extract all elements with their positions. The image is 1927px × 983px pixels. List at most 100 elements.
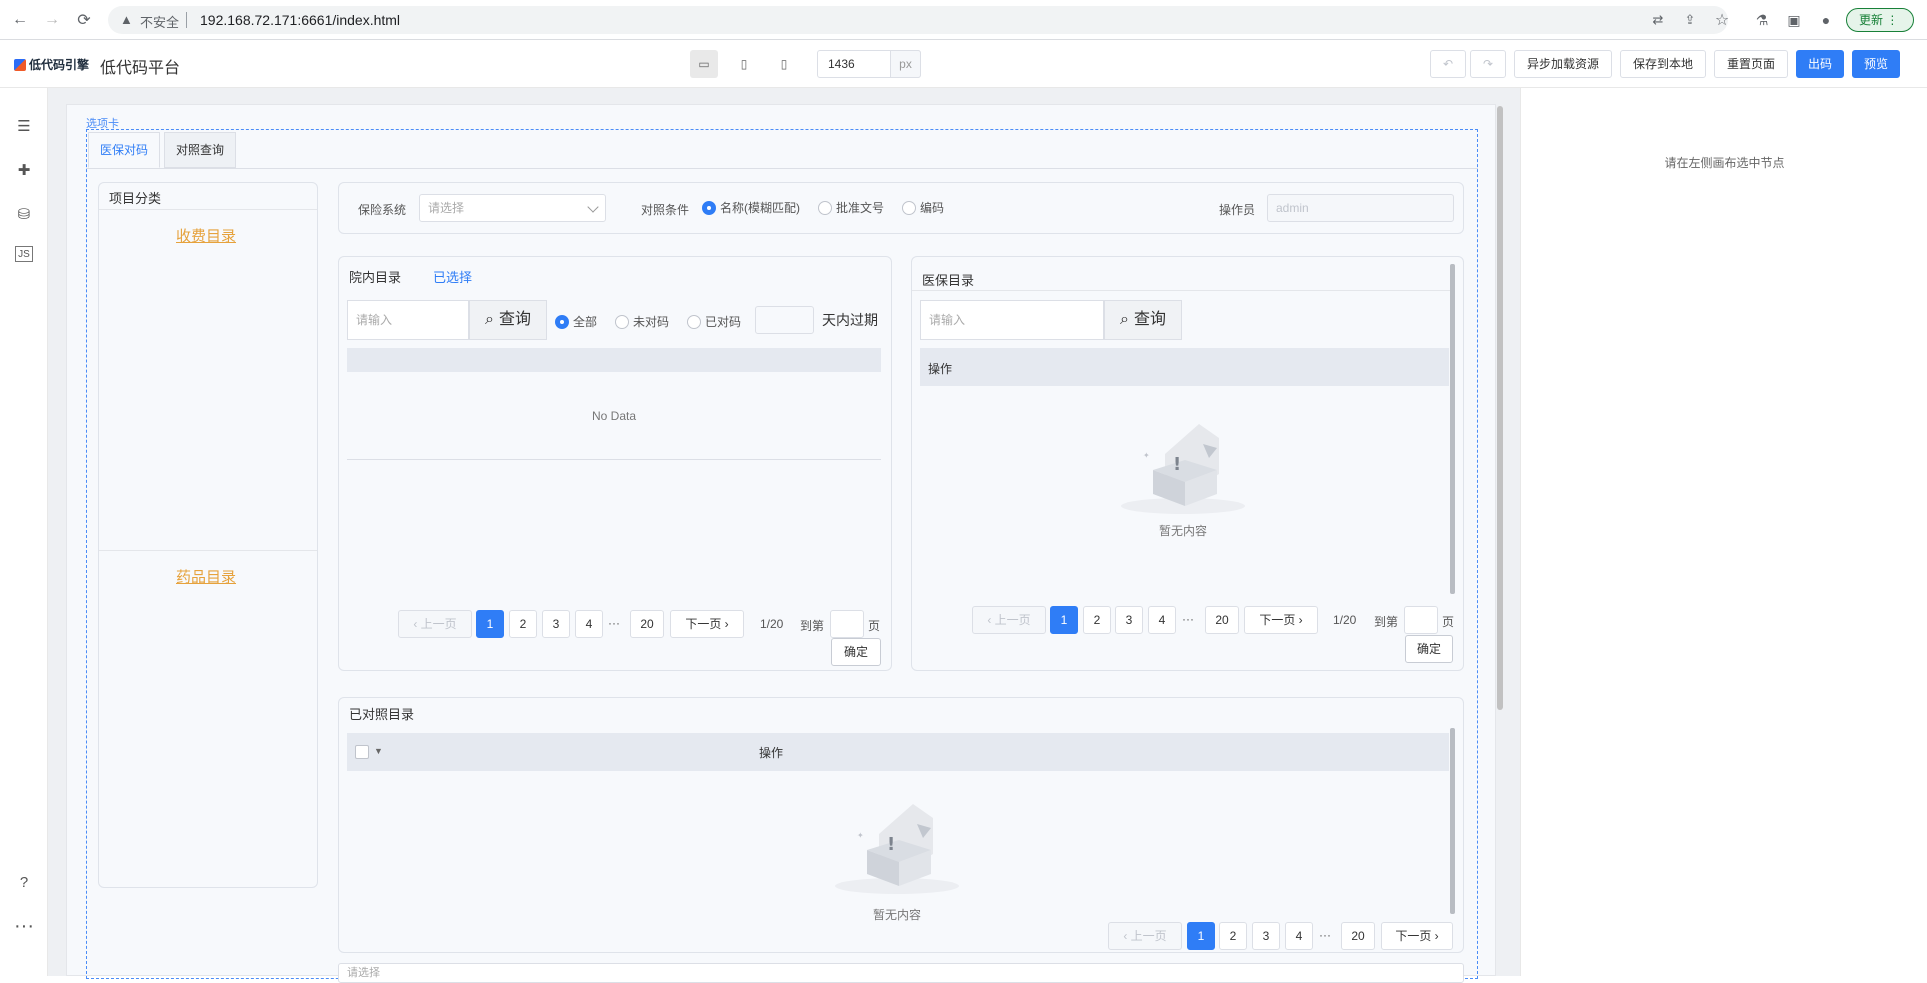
page-unit-label: 页: [868, 619, 881, 633]
page-2-button[interactable]: 2: [1083, 606, 1111, 634]
js-code-icon[interactable]: JS: [15, 246, 33, 262]
outline-tree-icon[interactable]: ☰: [12, 114, 36, 138]
select-all-checkbox[interactable]: [355, 745, 369, 759]
update-button[interactable]: 更新 ⋮: [1846, 8, 1914, 32]
prev-page-button[interactable]: ‹ 上一页: [1108, 922, 1182, 950]
page-2-button[interactable]: 2: [1219, 922, 1247, 950]
logo: 低代码引擎: [14, 56, 89, 73]
drug-catalog-link[interactable]: 药品目录: [176, 566, 236, 587]
component-library-icon[interactable]: ✚: [12, 158, 36, 182]
caret-down-icon[interactable]: ▼: [374, 746, 383, 756]
page-1-button[interactable]: 1: [1050, 606, 1078, 634]
export-code-button[interactable]: 出码: [1796, 50, 1844, 78]
save-local-button[interactable]: 保存到本地: [1620, 50, 1706, 78]
reload-icon[interactable]: ⟳: [74, 10, 94, 30]
help-icon[interactable]: ?: [12, 870, 36, 894]
more-icon[interactable]: ···: [12, 914, 36, 938]
tabs-divider: [86, 168, 1478, 169]
sidepanel-icon[interactable]: ▣: [1784, 10, 1804, 30]
page-2-button[interactable]: 2: [509, 610, 537, 638]
next-page-button[interactable]: 下一页 ›: [1381, 922, 1453, 950]
page-20-button[interactable]: 20: [1341, 922, 1375, 950]
radio-all[interactable]: 全部: [555, 313, 597, 330]
back-icon[interactable]: ←: [10, 10, 30, 30]
browser-toolbar: ← → ⟳ ▲ 不安全 192.168.72.171:6661/index.ht…: [0, 0, 1927, 40]
next-page-button[interactable]: 下一页 ›: [1244, 606, 1318, 634]
operation-column-header: 操作: [759, 746, 784, 760]
radio-icon: [902, 200, 916, 215]
page-ellipsis[interactable]: ···: [1319, 928, 1331, 942]
prev-page-button[interactable]: ‹ 上一页: [398, 610, 472, 638]
insurance-table-scrollbar[interactable]: [1450, 264, 1455, 594]
hospital-query-button[interactable]: ⌕ 查询: [469, 300, 547, 340]
next-page-button[interactable]: 下一页 ›: [670, 610, 744, 638]
undo-button[interactable]: ↶: [1430, 50, 1466, 78]
selected-link[interactable]: 已选择: [433, 267, 472, 286]
page-3-button[interactable]: 3: [542, 610, 570, 638]
page-3-button[interactable]: 3: [1252, 922, 1280, 950]
extension-icon[interactable]: ⚗: [1752, 10, 1772, 30]
tablet-device-icon[interactable]: ▯: [730, 50, 758, 78]
insurance-search-input[interactable]: 请输入: [920, 300, 1104, 340]
category-title: 项目分类: [109, 191, 162, 206]
page-20-button[interactable]: 20: [1205, 606, 1239, 634]
app-header: 低代码引擎 低代码平台 ▭ ▯ ▯ 1436 px ↶ ↷ 异步加载资源 保存到…: [0, 40, 1927, 88]
radio-name-fuzzy[interactable]: 名称(模糊匹配): [702, 199, 800, 216]
redo-button[interactable]: ↷: [1470, 50, 1506, 78]
select-node-hint: 请在左侧画布选中节点: [1664, 156, 1785, 170]
divider: [186, 12, 187, 28]
goto-page-input[interactable]: [830, 610, 864, 638]
goto-confirm-button[interactable]: 确定: [831, 638, 881, 666]
matched-table-scrollbar[interactable]: [1450, 728, 1455, 914]
url-text: 192.168.72.171:6661/index.html: [200, 12, 401, 28]
forward-icon[interactable]: →: [42, 10, 62, 30]
divider: [347, 459, 881, 460]
insurance-system-select[interactable]: 请选择: [419, 194, 606, 222]
page-4-button[interactable]: 4: [1148, 606, 1176, 634]
operation-column-header: 操作: [928, 362, 953, 376]
desktop-device-icon[interactable]: ▭: [690, 50, 718, 78]
goto-confirm-button[interactable]: 确定: [1405, 635, 1453, 663]
share-icon[interactable]: ⇪: [1680, 10, 1700, 30]
expire-days-input[interactable]: [755, 306, 814, 334]
warning-icon: ▲: [120, 12, 133, 27]
operator-input: admin: [1267, 194, 1454, 222]
page-4-button[interactable]: 4: [575, 610, 603, 638]
radio-icon: [687, 314, 701, 329]
empty-box-icon: ! ✦: [835, 804, 959, 894]
page-1-button[interactable]: 1: [476, 610, 504, 638]
page-ellipsis[interactable]: ···: [608, 616, 620, 630]
reset-page-button[interactable]: 重置页面: [1714, 50, 1788, 78]
profile-icon[interactable]: ●: [1816, 10, 1836, 30]
bottom-select[interactable]: 请选择: [338, 963, 1464, 983]
star-icon[interactable]: ☆: [1712, 10, 1732, 30]
page-3-button[interactable]: 3: [1115, 606, 1143, 634]
prev-page-button[interactable]: ‹ 上一页: [972, 606, 1046, 634]
radio-approval-no[interactable]: 批准文号: [818, 199, 884, 216]
logo-icon: [14, 58, 26, 71]
async-load-button[interactable]: 异步加载资源: [1514, 50, 1612, 78]
page-4-button[interactable]: 4: [1285, 922, 1313, 950]
goto-page-input[interactable]: [1404, 606, 1438, 634]
translate-icon[interactable]: ⇄: [1648, 10, 1668, 30]
insecure-label: 不安全: [140, 15, 180, 30]
datasource-icon[interactable]: ⛁: [12, 202, 36, 226]
page-ellipsis[interactable]: ···: [1182, 612, 1194, 626]
insurance-query-button[interactable]: ⌕ 查询: [1104, 300, 1182, 340]
hospital-search-input[interactable]: 请输入: [347, 300, 469, 340]
svg-text:✦: ✦: [857, 831, 864, 840]
page-20-button[interactable]: 20: [630, 610, 664, 638]
address-bar[interactable]: ▲ 不安全 192.168.72.171:6661/index.html: [108, 6, 1728, 34]
tab-insurance-match[interactable]: 医保对码: [88, 132, 160, 168]
radio-matched[interactable]: 已对码: [687, 313, 741, 330]
search-icon: ⌕: [1120, 311, 1129, 328]
page-1-button[interactable]: 1: [1187, 922, 1215, 950]
canvas-scrollbar[interactable]: [1497, 106, 1503, 710]
radio-code[interactable]: 编码: [902, 199, 944, 216]
radio-unmatched[interactable]: 未对码: [615, 313, 669, 330]
tab-match-query[interactable]: 对照查询: [164, 132, 236, 168]
app-title: 低代码平台: [100, 60, 181, 77]
mobile-device-icon[interactable]: ▯: [770, 50, 798, 78]
preview-button[interactable]: 预览: [1852, 50, 1900, 78]
fee-catalog-link[interactable]: 收费目录: [176, 225, 236, 246]
